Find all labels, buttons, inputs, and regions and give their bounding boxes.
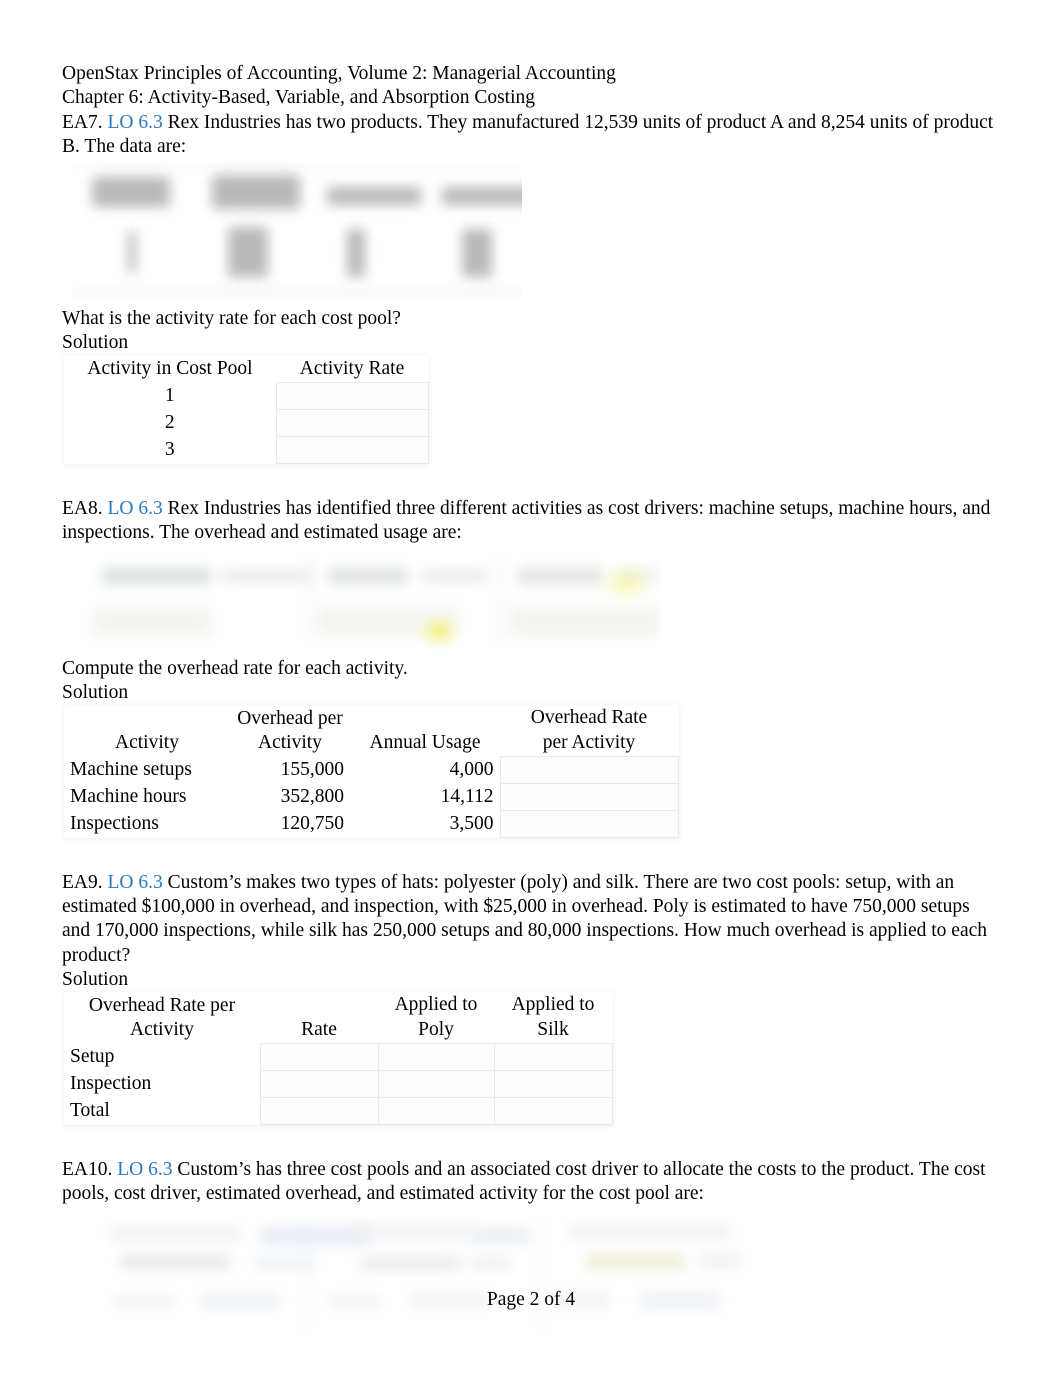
cell-activity-name: Machine hours xyxy=(70,786,187,808)
table-row: Machine hours 352,800 14,112 xyxy=(64,782,679,811)
problem-ea10-data-image xyxy=(70,1214,770,1335)
problem-ea9-lo-link[interactable]: LO 6.3 xyxy=(108,872,163,893)
problem-ea9-statement: EA9. LO 6.3 Custom’s makes two types of … xyxy=(62,871,1002,968)
cell-cost-pool: 2 xyxy=(164,412,175,434)
problem-ea9-solution-label: Solution xyxy=(62,969,129,991)
document-header-line-1: OpenStax Principles of Accounting, Volum… xyxy=(62,63,616,84)
column-header-applied-to-silk: Applied to Silk xyxy=(511,994,595,1040)
column-header-overhead-rate-per-activity: Overhead Rate per Activity xyxy=(88,994,236,1041)
problem-ea10-number: EA10. xyxy=(62,1158,113,1180)
problem-ea7-solution-label: Solution xyxy=(62,332,129,354)
table-row: Total xyxy=(64,1096,613,1125)
table-row: 1 xyxy=(64,382,429,411)
problem-ea8-statement: EA8. LO 6.3 Rex Industries has identifie… xyxy=(62,497,1002,546)
problem-ea9-solution-table: Overhead Rate per Activity Rate Applied … xyxy=(64,992,613,1125)
column-header-activity: Activity xyxy=(115,732,179,754)
problem-ea8-question: Compute the overhead rate for each activ… xyxy=(62,657,408,679)
problem-ea7-solution-table-wrap: Activity in Cost Pool Activity Rate 1 2 … xyxy=(64,355,429,465)
cell-applied-to-silk[interactable] xyxy=(493,1096,613,1125)
column-header-overhead-rate-per-activity: Overhead Rate per Activity xyxy=(530,707,648,753)
column-header-activity-in-cost-pool: Activity in Cost Pool xyxy=(87,358,253,380)
cell-annual-usage: 14,112 xyxy=(440,786,494,808)
cell-activity-name: Total xyxy=(70,1100,110,1122)
problem-ea8-lo-link[interactable]: LO 6.3 xyxy=(108,498,163,519)
table-row: Inspections 120,750 3,500 xyxy=(64,809,679,838)
problem-ea10-lo-link[interactable]: LO 6.3 xyxy=(117,1159,172,1180)
cell-overhead-rate[interactable] xyxy=(499,782,679,811)
column-header-activity-rate: Activity Rate xyxy=(299,357,405,379)
cell-rate[interactable] xyxy=(259,1042,379,1071)
cell-overhead-per-activity: 352,800 xyxy=(280,786,344,808)
problem-ea9-solution-table-wrap: Overhead Rate per Activity Rate Applied … xyxy=(64,992,613,1125)
document-page: OpenStax Principles of Accounting, Volum… xyxy=(0,0,1062,1377)
cell-overhead-rate[interactable] xyxy=(499,809,679,838)
problem-ea10-statement: EA10. LO 6.3 Custom’s has three cost poo… xyxy=(62,1158,1002,1207)
problem-ea8-text: Rex Industries has identified three diff… xyxy=(62,498,991,544)
column-header-overhead-per-activity: Overhead per Activity xyxy=(237,707,343,754)
problem-ea7-question: What is the activity rate for each cost … xyxy=(62,308,401,330)
table-row: 3 xyxy=(64,436,429,465)
column-header-applied-to-poly: Applied to Poly xyxy=(394,994,478,1040)
table-row: Setup xyxy=(64,1042,613,1071)
table-row: 2 xyxy=(64,409,429,438)
column-header-annual-usage: Annual Usage xyxy=(369,732,481,754)
cell-activity-name: Machine setups xyxy=(70,759,192,781)
problem-ea7-solution-table: Activity in Cost Pool Activity Rate 1 2 … xyxy=(64,356,429,465)
cell-activity-rate[interactable] xyxy=(275,436,429,465)
table-header-row: Activity in Cost Pool Activity Rate xyxy=(64,356,428,383)
cell-annual-usage: 4,000 xyxy=(449,759,494,781)
cell-cost-pool: 1 xyxy=(164,385,175,407)
column-header-rate: Rate xyxy=(301,1018,337,1040)
problem-ea8-solution-label: Solution xyxy=(62,681,129,703)
cell-applied-to-poly[interactable] xyxy=(377,1069,495,1098)
problem-ea7-number: EA7. xyxy=(62,111,103,133)
cell-cost-pool: 3 xyxy=(164,439,175,461)
cell-overhead-rate[interactable] xyxy=(499,755,679,784)
table-row: Machine setups 155,000 4,000 xyxy=(64,755,679,784)
problem-ea9-text: Custom’s makes two types of hats: polyes… xyxy=(62,871,988,966)
document-header-line-2: Chapter 6: Activity-Based, Variable, and… xyxy=(62,87,535,109)
problem-ea8-solution-table-wrap: Activity Overhead per Activity Annual Us… xyxy=(64,705,679,838)
table-row: Inspection xyxy=(64,1069,613,1098)
cell-applied-to-poly[interactable] xyxy=(377,1042,495,1071)
page-footer: Page 2 of 4 xyxy=(486,1289,576,1310)
cell-activity-rate[interactable] xyxy=(275,382,429,411)
problem-ea7-statement: EA7. LO 6.3 Rex Industries has two produ… xyxy=(62,111,1002,160)
document-body: OpenStax Principles of Accounting, Volum… xyxy=(62,62,1002,1335)
cell-activity-name: Inspections xyxy=(70,813,159,835)
cell-overhead-per-activity: 120,750 xyxy=(280,813,344,835)
cell-activity-name: Inspection xyxy=(70,1073,152,1095)
table-header-row: Activity Overhead per Activity Annual Us… xyxy=(64,705,678,756)
problem-ea7-lo-link[interactable]: LO 6.3 xyxy=(108,112,163,133)
cell-applied-to-silk[interactable] xyxy=(493,1042,613,1071)
cell-activity-rate[interactable] xyxy=(275,409,429,438)
problem-ea7-text: Rex Industries has two products. They ma… xyxy=(62,111,994,157)
problem-ea8-data-image xyxy=(70,551,660,648)
cell-overhead-per-activity: 155,000 xyxy=(280,759,344,781)
cell-applied-to-silk[interactable] xyxy=(493,1069,613,1098)
table-header-row: Overhead Rate per Activity Rate Applied … xyxy=(64,992,612,1043)
problem-ea10-text: Custom’s has three cost pools and an ass… xyxy=(62,1158,986,1205)
cell-annual-usage: 3,500 xyxy=(449,813,494,835)
problem-ea9-number: EA9. xyxy=(62,871,103,893)
cell-applied-to-poly[interactable] xyxy=(377,1096,495,1125)
problem-ea8-number: EA8. xyxy=(62,498,103,520)
cell-rate[interactable] xyxy=(259,1096,379,1125)
problem-ea8-solution-table: Activity Overhead per Activity Annual Us… xyxy=(64,705,679,838)
problem-ea7-data-image xyxy=(72,163,522,299)
cell-activity-name: Setup xyxy=(70,1046,115,1068)
cell-rate[interactable] xyxy=(259,1069,379,1098)
